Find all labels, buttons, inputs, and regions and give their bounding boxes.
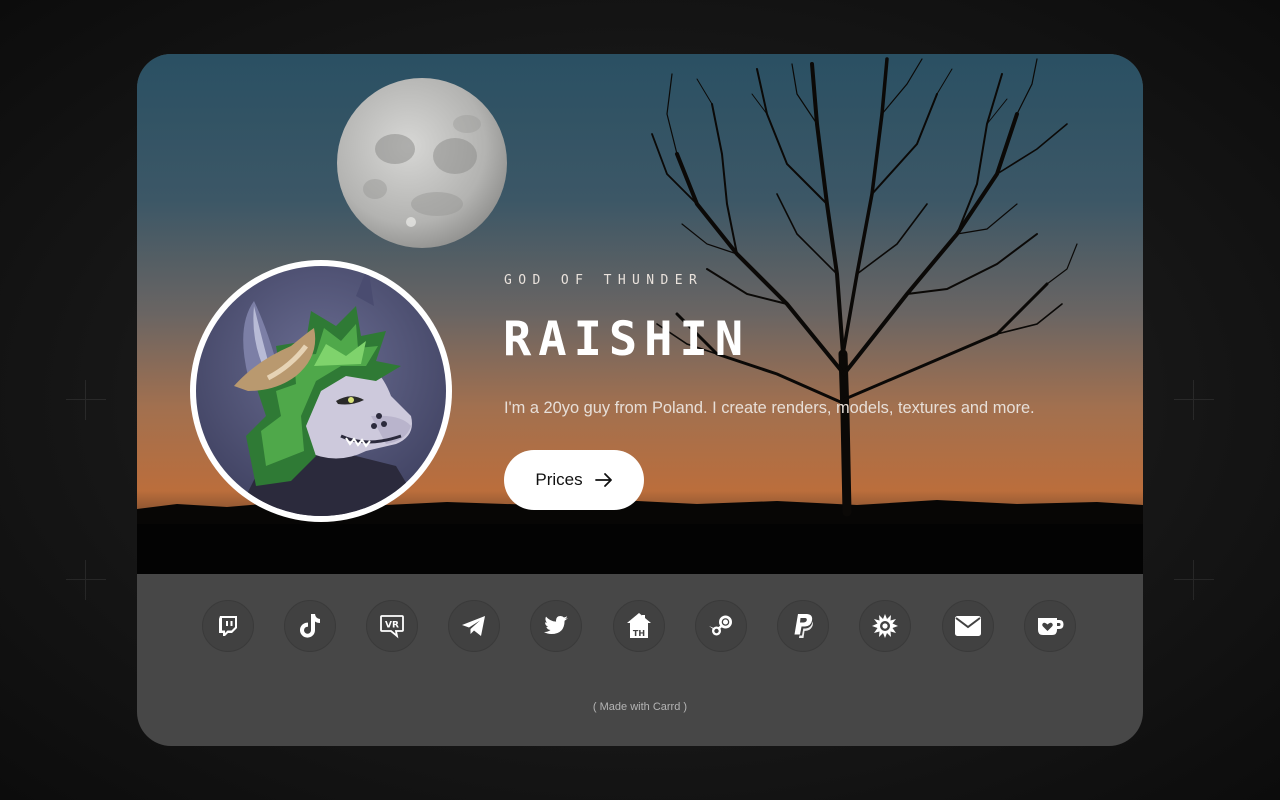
twitter-link[interactable] [530, 600, 582, 652]
svg-text:VR: VR [385, 621, 399, 631]
paypal-icon [794, 614, 813, 638]
prices-button[interactable]: Prices [504, 450, 644, 510]
decor-crosshair [66, 560, 106, 600]
svg-text:TH: TH [633, 629, 645, 638]
kofi-icon [1038, 618, 1064, 635]
mail-icon [955, 616, 981, 636]
avatar [190, 260, 452, 522]
profile-name: RAISHIN [503, 312, 751, 367]
hero-banner: GOD OF THUNDER RAISHIN I'm a 20yo guy fr… [137, 54, 1143, 574]
tagline: GOD OF THUNDER [504, 273, 704, 288]
profile-card: GOD OF THUNDER RAISHIN I'm a 20yo guy fr… [137, 54, 1143, 746]
dragon-character-portrait [196, 266, 446, 516]
steam-link[interactable] [695, 600, 747, 652]
telegram-icon [462, 616, 485, 636]
paypal-link[interactable] [777, 600, 829, 652]
prices-button-label: Prices [535, 470, 583, 489]
moon [337, 78, 507, 248]
tiktok-icon [300, 614, 320, 638]
decor-crosshair [1174, 560, 1214, 600]
twitter-icon [544, 616, 568, 634]
decor-crosshair [1174, 380, 1214, 420]
toyhouse-icon: TH [627, 613, 651, 638]
email-link[interactable] [942, 600, 994, 652]
twitch-link[interactable] [202, 600, 254, 652]
arrow-right-icon [594, 473, 612, 487]
made-with-carrd-link[interactable]: ( Made with Carrd ) [137, 701, 1143, 713]
vrchat-link[interactable]: VR [366, 600, 418, 652]
twitch-icon [219, 616, 237, 636]
tiktok-link[interactable] [284, 600, 336, 652]
page: GOD OF THUNDER RAISHIN I'm a 20yo guy fr… [0, 0, 1280, 800]
steam-icon [709, 615, 732, 636]
decor-crosshair [66, 380, 106, 420]
splat-icon [872, 614, 898, 638]
splat-link[interactable] [859, 600, 911, 652]
social-links: VR TH [202, 600, 1078, 652]
toyhouse-link[interactable]: TH [613, 600, 665, 652]
vrchat-icon: VR [380, 615, 404, 639]
telegram-link[interactable] [448, 600, 500, 652]
profile-bio: I'm a 20yo guy from Poland. I create ren… [504, 399, 1035, 417]
kofi-link[interactable] [1024, 600, 1076, 652]
